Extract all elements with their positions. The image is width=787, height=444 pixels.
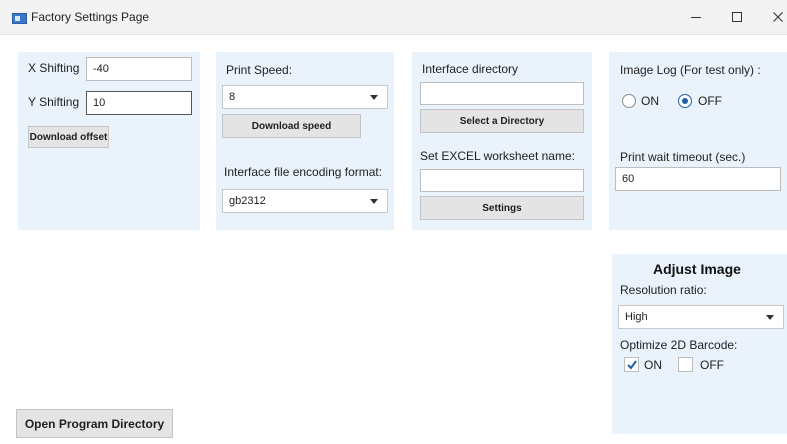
adjust-image-panel: Adjust Image Resolution ratio: High Opti… [612, 254, 787, 434]
directory-panel: Interface directory Select a Directory S… [412, 52, 592, 230]
barcode-off-label: OFF [700, 358, 724, 372]
image-log-panel: Image Log (For test only) : ON OFF Print… [609, 52, 787, 230]
optimize-barcode-label: Optimize 2D Barcode: [620, 338, 738, 352]
minimize-icon [691, 17, 701, 18]
download-speed-button[interactable]: Download speed [222, 114, 361, 138]
title-bar: Factory Settings Page [0, 0, 787, 35]
print-speed-select[interactable]: 8 [222, 85, 388, 109]
resolution-ratio-label: Resolution ratio: [620, 283, 707, 297]
app-window-icon [12, 13, 27, 24]
chevron-down-icon [370, 95, 378, 100]
y-shifting-label: Y Shifting [28, 95, 80, 109]
barcode-on-label: ON [644, 358, 662, 372]
close-button[interactable] [762, 6, 787, 28]
interface-directory-label: Interface directory [422, 62, 519, 76]
image-log-label: Image Log (For test only) : [620, 63, 761, 77]
encoding-format-select[interactable]: gb2312 [222, 189, 388, 213]
interface-directory-input[interactable] [420, 82, 584, 105]
print-wait-timeout-label: Print wait timeout (sec.) [620, 150, 746, 164]
chevron-down-icon [766, 315, 774, 320]
resolution-ratio-select[interactable]: High [618, 305, 784, 329]
speed-panel: Print Speed: 8 Download speed Interface … [216, 52, 394, 230]
maximize-button[interactable] [721, 6, 753, 28]
window-title: Factory Settings Page [31, 10, 150, 24]
encoding-format-label: Interface file encoding format: [224, 165, 383, 179]
close-icon [773, 12, 783, 22]
adjust-image-heading: Adjust Image [653, 261, 741, 277]
barcode-on-checkbox[interactable] [624, 357, 639, 372]
y-shifting-input[interactable]: 10 [86, 91, 192, 115]
open-program-directory-button[interactable]: Open Program Directory [16, 409, 173, 438]
encoding-format-value: gb2312 [229, 195, 266, 207]
maximize-icon [732, 12, 742, 22]
print-speed-label: Print Speed: [226, 63, 293, 77]
print-wait-timeout-input[interactable]: 60 [615, 167, 781, 191]
log-off-radio[interactable] [678, 94, 692, 108]
barcode-off-checkbox[interactable] [678, 357, 693, 372]
minimize-button[interactable] [680, 6, 712, 28]
checkmark-icon [627, 360, 637, 370]
log-on-radio[interactable] [622, 94, 636, 108]
download-offset-button[interactable]: Download offset [28, 126, 109, 148]
log-off-label: OFF [698, 94, 722, 108]
excel-worksheet-input[interactable] [420, 169, 584, 192]
resolution-ratio-value: High [625, 311, 648, 323]
x-shifting-input[interactable]: -40 [86, 57, 192, 81]
offset-panel: X Shifting -40 Y Shifting 10 Download of… [18, 52, 200, 230]
chevron-down-icon [370, 199, 378, 204]
x-shifting-label: X Shifting [28, 61, 80, 75]
excel-worksheet-label: Set EXCEL worksheet name: [420, 149, 575, 163]
log-on-label: ON [641, 94, 659, 108]
settings-button[interactable]: Settings [420, 196, 584, 220]
print-speed-value: 8 [229, 91, 236, 103]
select-directory-button[interactable]: Select a Directory [420, 109, 584, 133]
